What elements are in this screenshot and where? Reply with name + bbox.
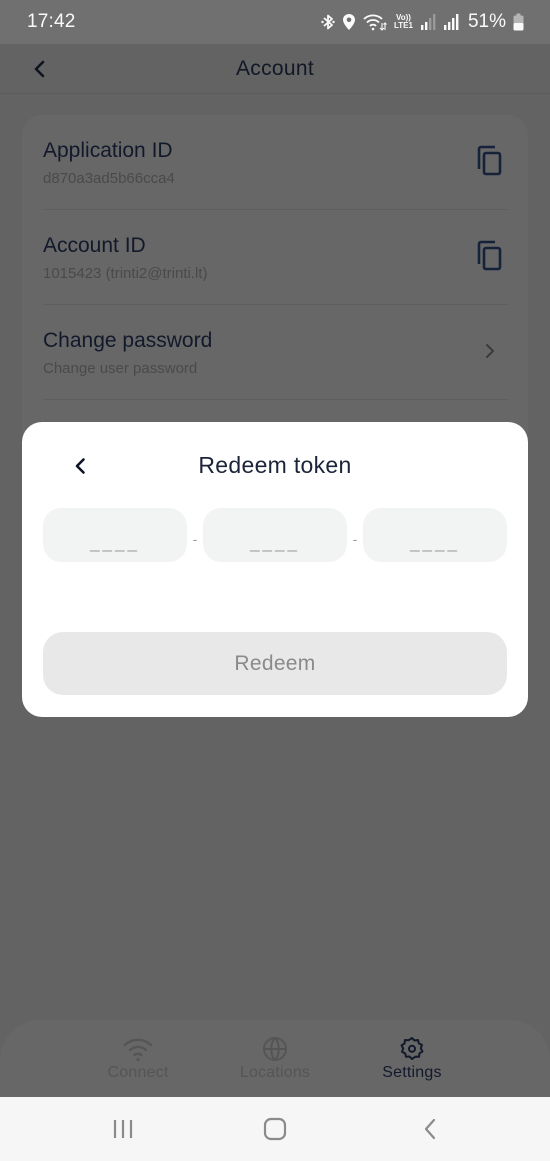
copy-button[interactable] bbox=[475, 239, 505, 273]
item-title: Application ID bbox=[43, 139, 173, 162]
redeem-token-dialog: Redeem token - - Redeem bbox=[22, 422, 528, 717]
status-time: 17:42 bbox=[27, 11, 76, 32]
signal-icon bbox=[420, 14, 436, 30]
bottom-tab-bar: Connect Locations Settings bbox=[0, 1020, 550, 1097]
token-field-2[interactable] bbox=[203, 508, 347, 562]
gear-icon bbox=[400, 1037, 424, 1060]
token-separator: - bbox=[352, 531, 358, 547]
token-field-3[interactable] bbox=[363, 508, 507, 562]
token-separator: - bbox=[192, 531, 198, 547]
tab-connect[interactable]: Connect bbox=[70, 1020, 207, 1097]
copy-icon bbox=[477, 145, 502, 176]
app-header: Account bbox=[0, 44, 550, 94]
system-nav-bar bbox=[0, 1097, 550, 1161]
page-title: Account bbox=[236, 56, 314, 80]
tab-locations[interactable]: Locations bbox=[207, 1020, 344, 1097]
volte-icon: Vo)) LTE1 bbox=[394, 13, 413, 30]
home-button[interactable] bbox=[260, 1115, 290, 1143]
status-bar: 17:42 Vo)) LTE1 51% bbox=[0, 0, 550, 44]
copy-button[interactable] bbox=[475, 144, 505, 178]
chevron-right-icon bbox=[475, 334, 505, 368]
token-input-group: - - bbox=[43, 508, 507, 562]
list-item-application-id: Application ID d870a3ad5b66cca4 bbox=[43, 115, 507, 210]
redeem-button[interactable]: Redeem bbox=[43, 632, 507, 695]
system-back-button[interactable] bbox=[415, 1115, 445, 1143]
wifi-icon bbox=[363, 13, 387, 31]
tab-label: Settings bbox=[382, 1064, 442, 1081]
recent-apps-button[interactable] bbox=[108, 1115, 138, 1143]
item-subtitle: Change user password bbox=[43, 360, 198, 377]
list-item-account-id: Account ID 1015423 (trinti2@trinti.lt) bbox=[43, 210, 507, 305]
globe-icon bbox=[263, 1036, 287, 1062]
list-item-change-password[interactable]: Change password Change user password bbox=[43, 305, 507, 400]
tab-settings[interactable]: Settings bbox=[344, 1020, 481, 1097]
home-icon bbox=[263, 1117, 287, 1141]
recent-apps-icon bbox=[113, 1120, 133, 1138]
signal-icon bbox=[443, 14, 459, 30]
tab-label: Locations bbox=[239, 1064, 311, 1081]
back-icon bbox=[424, 1118, 436, 1140]
battery-percent: 51% bbox=[467, 11, 506, 32]
status-icons: Vo)) LTE1 51% bbox=[321, 11, 524, 33]
item-title: Change password bbox=[43, 329, 213, 352]
item-subtitle: d870a3ad5b66cca4 bbox=[43, 170, 175, 187]
tab-label: Connect bbox=[107, 1064, 169, 1081]
wifi-icon bbox=[123, 1038, 153, 1062]
chevron-left-icon bbox=[34, 60, 45, 78]
bluetooth-icon bbox=[321, 13, 335, 31]
location-icon bbox=[342, 13, 356, 31]
modal-title: Redeem token bbox=[198, 452, 352, 478]
battery-icon bbox=[513, 13, 524, 31]
item-title: Account ID bbox=[43, 234, 146, 257]
back-button[interactable] bbox=[26, 56, 52, 82]
token-field-1[interactable] bbox=[43, 508, 187, 562]
copy-icon bbox=[477, 240, 502, 271]
item-subtitle: 1015423 (trinti2@trinti.lt) bbox=[43, 265, 208, 282]
